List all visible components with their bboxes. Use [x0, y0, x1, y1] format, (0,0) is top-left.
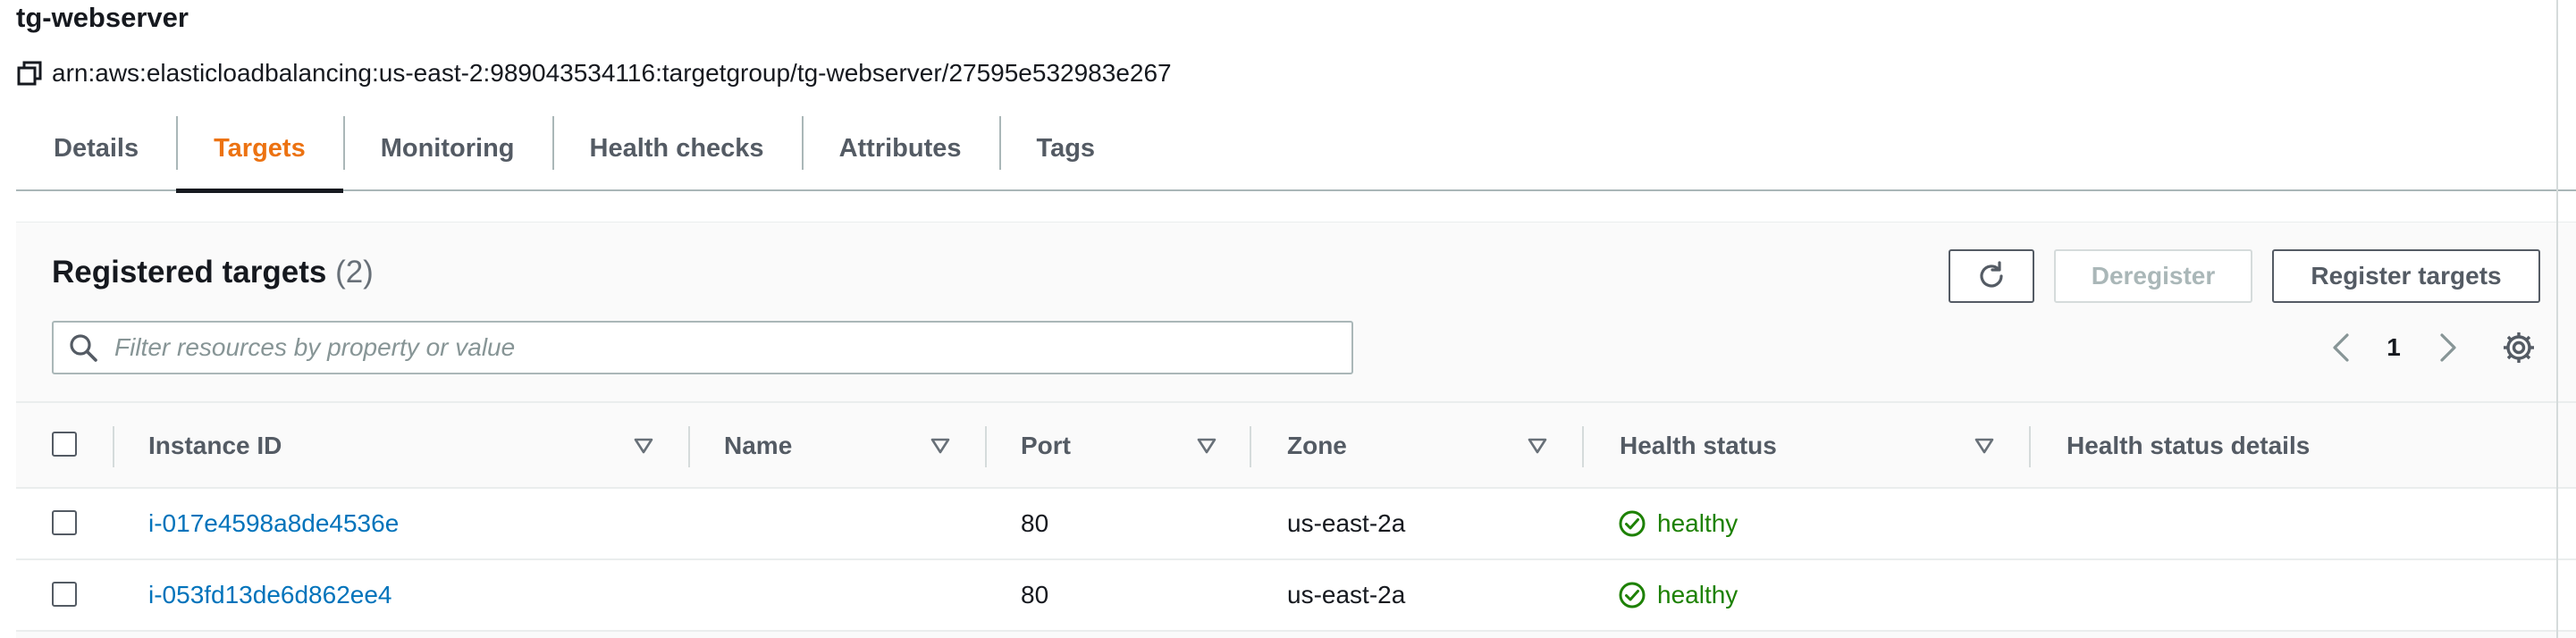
- column-divider: [985, 426, 987, 467]
- column-header-instance-id[interactable]: Instance ID: [148, 403, 282, 489]
- table-header: Instance ID Name Port Zone Health status: [16, 401, 2576, 489]
- sort-caret-icon[interactable]: [1527, 435, 1548, 457]
- tab-health-checks[interactable]: Health checks: [551, 105, 802, 191]
- health-status-cell: healthy: [1618, 560, 1738, 630]
- refresh-icon: [1980, 261, 2003, 288]
- column-label: Instance ID: [148, 432, 282, 459]
- column-header-name[interactable]: Name: [724, 403, 792, 489]
- tab-tags[interactable]: Tags: [998, 105, 1133, 191]
- table-row[interactable]: i-017e4598a8de4536e 80 us-east-2a health…: [16, 489, 2576, 560]
- row-checkbox[interactable]: [52, 582, 77, 607]
- port-cell: 80: [1021, 509, 1049, 537]
- sort-caret-icon[interactable]: [930, 435, 951, 457]
- column-label: Health status details: [2067, 432, 2311, 459]
- tab-monitoring[interactable]: Monitoring: [342, 105, 552, 191]
- health-status-cell: healthy: [1618, 489, 1738, 558]
- page-scrollbar[interactable]: [2556, 0, 2576, 638]
- zone-cell: us-east-2a: [1287, 509, 1406, 537]
- column-header-health-status[interactable]: Health status: [1620, 403, 1777, 489]
- tab-bar: Details Targets Monitoring Health checks…: [16, 105, 2576, 193]
- instance-id-link[interactable]: i-053fd13de6d862ee4: [148, 560, 391, 630]
- check-circle-icon: [1619, 510, 1646, 537]
- column-label: Port: [1021, 432, 1071, 459]
- column-header-health-status-details[interactable]: Health status details: [2067, 403, 2310, 489]
- select-all-checkbox[interactable]: [52, 432, 77, 457]
- health-status-text: healthy: [1657, 509, 1738, 537]
- registered-targets-panel: Registered targets (2) Deregister Regist…: [16, 222, 2576, 638]
- column-label: Zone: [1287, 432, 1347, 459]
- sort-caret-icon[interactable]: [633, 435, 654, 457]
- panel-header: Registered targets (2) Deregister Regist…: [16, 222, 2576, 401]
- zone-cell: us-east-2a: [1287, 581, 1406, 609]
- registered-targets-heading: Registered targets (2): [52, 255, 374, 290]
- instance-id-link[interactable]: i-017e4598a8de4536e: [148, 489, 399, 558]
- column-header-zone[interactable]: Zone: [1287, 403, 1347, 489]
- row-checkbox[interactable]: [52, 510, 77, 535]
- search-placeholder: Filter resources by property or value: [114, 333, 516, 361]
- settings-gear-icon[interactable]: [2499, 328, 2538, 367]
- column-divider: [1582, 426, 1584, 467]
- search-icon: [70, 334, 97, 362]
- column-divider: [688, 426, 690, 467]
- copy-icon[interactable]: [16, 60, 43, 87]
- page-number[interactable]: 1: [2376, 328, 2412, 367]
- register-targets-button[interactable]: Register targets: [2272, 249, 2540, 303]
- refresh-button[interactable]: [1949, 249, 2034, 303]
- port-cell: 80: [1021, 581, 1049, 609]
- column-label: Name: [724, 432, 793, 459]
- scrollbar-track: [2556, 0, 2558, 638]
- chevron-right-icon[interactable]: [2429, 328, 2465, 367]
- column-divider: [1250, 426, 1251, 467]
- column-label: Health status: [1620, 432, 1777, 459]
- registered-targets-count: (2): [335, 255, 374, 290]
- sort-caret-icon[interactable]: [1196, 435, 1217, 457]
- target-group-title: tg-webserver: [16, 2, 189, 33]
- search-input[interactable]: Filter resources by property or value: [52, 321, 1353, 374]
- column-header-port[interactable]: Port: [1021, 403, 1071, 489]
- chevron-left-icon[interactable]: [2324, 328, 2360, 367]
- health-status-text: healthy: [1657, 581, 1738, 609]
- registered-targets-title: Registered targets: [52, 255, 327, 290]
- column-divider: [2029, 426, 2031, 467]
- table-row[interactable]: i-053fd13de6d862ee4 80 us-east-2a health…: [16, 560, 2576, 632]
- column-divider: [113, 426, 114, 467]
- arn-row: arn:aws:elasticloadbalancing:us-east-2:9…: [16, 55, 1172, 91]
- sort-caret-icon[interactable]: [1974, 435, 1995, 457]
- tab-attributes[interactable]: Attributes: [801, 105, 999, 191]
- check-circle-icon: [1619, 582, 1646, 609]
- tab-targets[interactable]: Targets: [176, 105, 343, 193]
- tab-details[interactable]: Details: [16, 105, 176, 191]
- arn-text: arn:aws:elasticloadbalancing:us-east-2:9…: [52, 59, 1172, 87]
- deregister-button[interactable]: Deregister: [2054, 249, 2252, 303]
